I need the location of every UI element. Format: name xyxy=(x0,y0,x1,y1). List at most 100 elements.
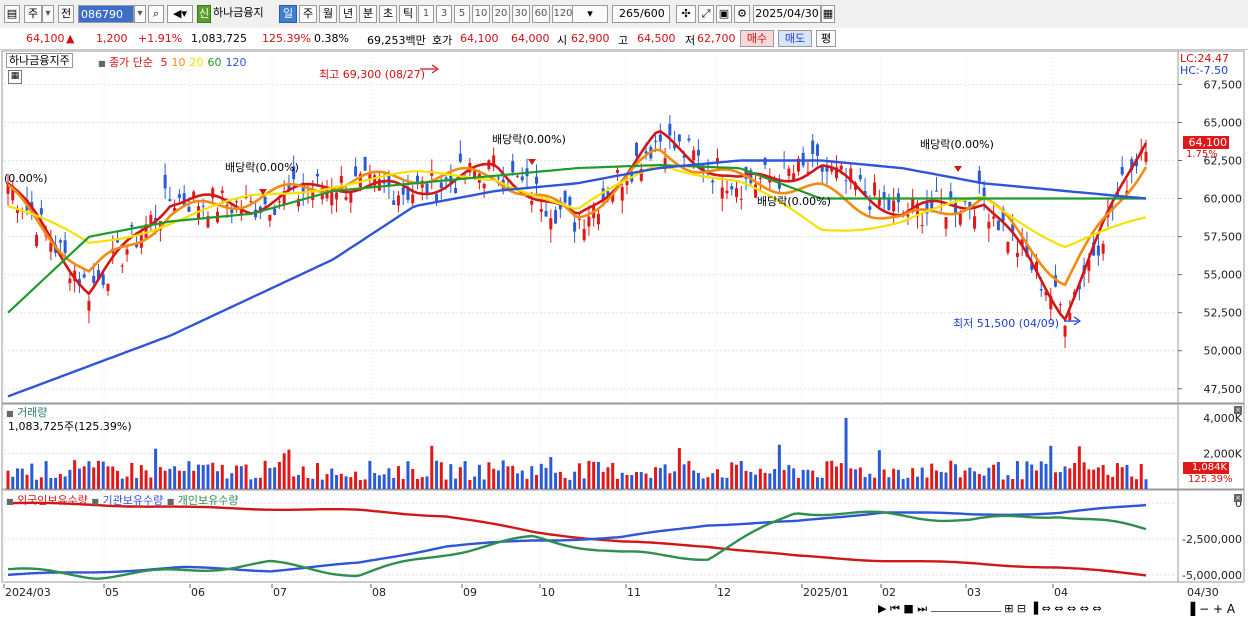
volume-bar xyxy=(649,477,653,489)
holding-line xyxy=(7,510,1147,580)
candle-body xyxy=(987,221,991,229)
zoom-out-icon[interactable]: − xyxy=(1199,602,1209,616)
interval-tab[interactable]: 3 xyxy=(436,5,452,23)
legend-individual: 개인보유수량 xyxy=(177,494,239,507)
zoom-slider[interactable] xyxy=(930,611,1001,612)
candle-body xyxy=(63,240,67,253)
volume-bar xyxy=(135,477,139,489)
last-icon[interactable]: ⏭ xyxy=(917,602,927,615)
close-icon[interactable]: × xyxy=(1234,494,1242,502)
candle-body xyxy=(530,200,534,205)
volume-bar xyxy=(39,477,43,489)
volume-bar xyxy=(673,471,677,489)
open-label: 시 xyxy=(557,34,568,47)
interval-tab[interactable]: 10 xyxy=(472,5,490,23)
candle-body xyxy=(354,166,358,177)
sell-button[interactable]: 매도 xyxy=(778,30,812,47)
candle-body xyxy=(58,240,62,243)
volume-bar xyxy=(701,478,705,489)
candle-body xyxy=(168,199,172,202)
settings-icons[interactable]: ⊞ ⊟ ▐ ⇔ ⇔ ⇔ ⇔ ⇔ xyxy=(1004,602,1101,615)
high-label: 고 xyxy=(618,34,629,47)
period-tab[interactable]: 틱 xyxy=(399,5,417,23)
interval-tab[interactable]: 1 xyxy=(418,5,434,23)
period-tab[interactable]: 분 xyxy=(359,5,377,23)
volume-bar xyxy=(330,468,334,489)
type-select[interactable]: 전 xyxy=(58,5,74,23)
volume-bar xyxy=(396,466,400,489)
ma-periods: 5 10 20 60 120 xyxy=(157,56,247,69)
scroll-right-icon[interactable]: ▶ xyxy=(878,602,886,615)
volume-bar xyxy=(458,467,462,489)
text-size-icon[interactable]: A xyxy=(1227,602,1235,616)
interval-tab[interactable]: 120 xyxy=(552,5,574,23)
close-icon[interactable]: × xyxy=(1234,406,1242,414)
candle-body xyxy=(520,176,524,181)
volume-bar xyxy=(49,478,53,489)
bar-icon[interactable]: ▐ xyxy=(1186,602,1195,616)
legend-marker-icon: ■ xyxy=(6,409,14,418)
interval-tab[interactable]: 30 xyxy=(512,5,530,23)
interval-tab[interactable]: 5 xyxy=(454,5,470,23)
crosshair-icon[interactable]: ✣ xyxy=(676,5,696,23)
volume-bar xyxy=(216,471,220,489)
buy-button[interactable]: 매수 xyxy=(740,30,774,47)
volume-bar xyxy=(230,473,234,489)
hc-label: HC:-7.50 xyxy=(1180,64,1229,77)
period-tab[interactable]: 초 xyxy=(379,5,397,23)
stop-icon[interactable]: ■ xyxy=(903,602,913,615)
volume-bar xyxy=(282,453,286,489)
candle-body xyxy=(563,191,567,203)
chevron-down-icon[interactable]: ▾ xyxy=(42,5,54,23)
candle-body xyxy=(82,274,86,278)
period-tab[interactable]: 년 xyxy=(339,5,357,23)
stock-chart[interactable]: 67,50065,00062,50060,00057,50055,00052,5… xyxy=(0,49,1248,621)
candle-body xyxy=(1144,151,1148,162)
volume-bar xyxy=(225,478,229,489)
chart-scroll-controls: ▶ ⏮ ■ ⏭ ⊞ ⊟ ▐ ⇔ ⇔ ⇔ ⇔ ⇔ xyxy=(878,602,1178,618)
volume-bar xyxy=(987,467,991,489)
volume-bar xyxy=(882,469,886,489)
volume-bar xyxy=(982,475,986,489)
interval-tab[interactable]: 20 xyxy=(492,5,510,23)
period-tab[interactable]: 일 xyxy=(279,5,297,23)
gear-icon[interactable]: ⚙ xyxy=(734,5,750,23)
interval-select[interactable]: ▾ xyxy=(572,5,608,23)
date-input[interactable]: 2025/04/30 xyxy=(753,5,821,23)
candle-body xyxy=(587,216,591,227)
zoom-in-icon[interactable]: + xyxy=(1213,602,1223,616)
code-field[interactable] xyxy=(79,6,133,22)
calendar-icon[interactable]: ▦ xyxy=(821,5,835,23)
period-tab[interactable]: 주 xyxy=(299,5,317,23)
candle-body xyxy=(792,173,796,180)
candle-body xyxy=(1006,241,1010,253)
speaker-icon[interactable]: ◀▾ xyxy=(167,5,193,23)
volume-bar xyxy=(73,460,77,489)
volume-bar xyxy=(711,473,715,489)
eval-button[interactable]: 평 xyxy=(816,30,836,47)
code-input[interactable] xyxy=(78,5,134,23)
save-icon[interactable]: ▣ xyxy=(716,5,732,23)
first-icon[interactable]: ⏮ xyxy=(890,602,900,615)
search-icon[interactable]: ⌕ xyxy=(148,5,164,23)
volume-bar xyxy=(754,474,758,489)
period-tab[interactable]: 월 xyxy=(319,5,337,23)
volume-bar xyxy=(715,469,719,489)
candle-body xyxy=(439,182,443,189)
draw-icon[interactable]: ⤢ xyxy=(698,5,714,23)
interval-tab[interactable]: 60 xyxy=(532,5,550,23)
candle-body xyxy=(482,183,486,189)
chevron-down-icon[interactable]: ▾ xyxy=(134,5,146,23)
market-select[interactable]: 주 xyxy=(24,5,42,23)
count-input[interactable]: 265 xyxy=(612,5,640,23)
candle-body xyxy=(577,219,581,221)
bid-price: 64,000 xyxy=(511,32,550,45)
candle-body xyxy=(692,150,696,161)
trade-amount: 69,253백만 xyxy=(367,34,426,47)
candle-body xyxy=(249,200,253,202)
chart-menu-icon[interactable]: ▤ xyxy=(4,5,20,23)
y-tick-label: 52,500 xyxy=(1204,307,1243,320)
candle-body xyxy=(625,181,629,186)
table-icon[interactable]: ▦ xyxy=(8,70,22,84)
price-panel-title[interactable]: 하나금융지주 xyxy=(6,53,73,68)
